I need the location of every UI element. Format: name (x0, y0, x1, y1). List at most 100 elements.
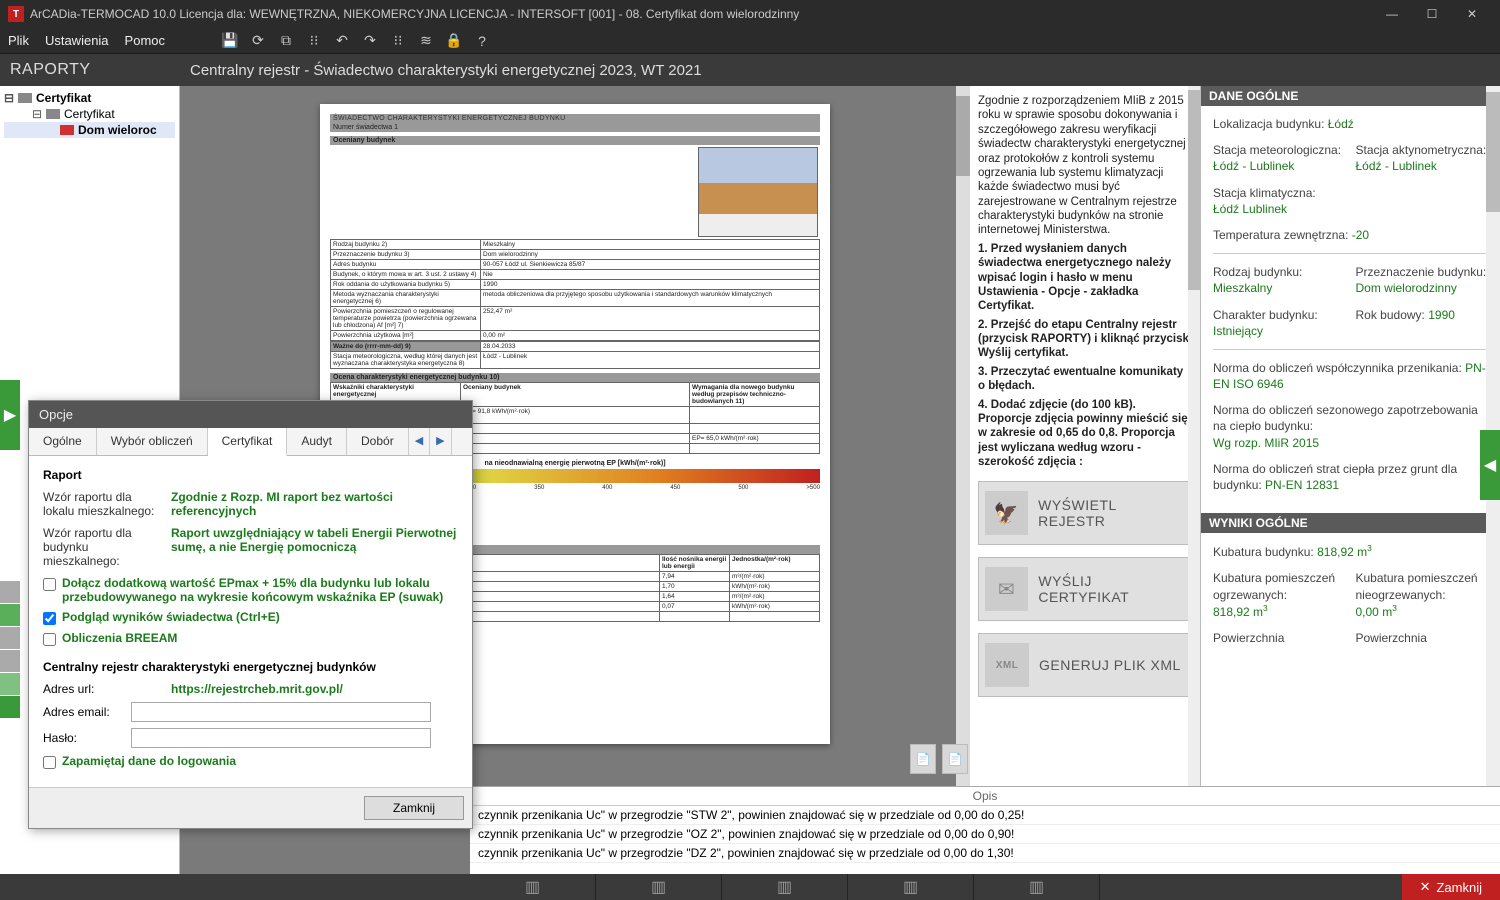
status-seg-4[interactable]: ▥ (848, 874, 974, 900)
tree-collapse-icon[interactable]: ⊟ (32, 107, 42, 121)
generate-xml-label: GENERUJ PLIK XML (1039, 657, 1181, 673)
redo-icon[interactable]: ↷ (361, 32, 379, 50)
menu-plik[interactable]: Plik (8, 33, 29, 48)
send-certificate-label: WYŚLIJ CERTYFIKAT (1038, 573, 1185, 605)
raport-heading: Raport (43, 468, 458, 482)
chk-epmax[interactable] (43, 578, 56, 591)
tree-child-1[interactable]: ⊟ Certyfikat (4, 106, 175, 122)
generate-xml-button[interactable]: XML GENERUJ PLIK XML (978, 633, 1192, 697)
tab-scroll-right[interactable]: ▶ (430, 428, 451, 455)
edge-tab-1[interactable] (0, 581, 20, 603)
right-edge-arrow[interactable]: ◀ (1480, 430, 1500, 500)
menu-bar: Plik Ustawienia Pomoc 💾 ⟳ ⧉ ⁝⁝ ↶ ↷ ⁝⁝ ≋ … (0, 28, 1500, 54)
tree-root[interactable]: ⊟ Certyfikat (4, 90, 175, 106)
value-aktyn: Łódź - Lublinek (1356, 159, 1437, 173)
copy-icon[interactable]: ⧉ (277, 32, 295, 50)
tab-audyt[interactable]: Audyt (287, 428, 347, 455)
close-button[interactable]: ✕ (1452, 0, 1492, 28)
edge-tab-3[interactable] (0, 627, 20, 649)
registry-icon: 🦅 (985, 491, 1028, 535)
tree-child-1-label: Certyfikat (64, 107, 115, 121)
lbl-url: Adres url: (43, 682, 123, 696)
status-close-button[interactable]: ✕Zamknij (1402, 874, 1500, 900)
value-kub-nieogrz: 0,00 m3 (1356, 605, 1397, 619)
xml-icon: XML (985, 643, 1029, 687)
left-edge-tabs: ▶ (0, 380, 20, 719)
handle-icon[interactable]: ⁝⁝ (305, 32, 323, 50)
tree-leaf-label: Dom wieloroc (78, 123, 157, 137)
edge-tab-5[interactable] (0, 673, 20, 695)
doc-export-icons: 📄 📄 📄 (910, 744, 970, 774)
status-seg-2[interactable]: ▥ (596, 874, 722, 900)
tab-dobor[interactable]: Dobór (347, 428, 409, 455)
value-location: Łódź (1328, 117, 1354, 131)
doc-sec-ocena: Ocena charakterystyki energetycznej budy… (330, 373, 820, 382)
tab-certyfikat[interactable]: Certyfikat (208, 428, 288, 456)
minimize-button[interactable]: — (1372, 0, 1412, 28)
doc-sec-oceniany: Oceniany budynek (330, 136, 820, 145)
chk-epmax-label: Dołącz dodatkową wartość EPmax + 15% dla… (62, 576, 458, 604)
message-row-2[interactable]: czynnik przenikania Uc" w przegrodzie "O… (470, 825, 1500, 844)
layers-icon[interactable]: ≋ (417, 32, 435, 50)
val-wzor-budynek[interactable]: Raport uwzględniający w tabeli Energii P… (171, 526, 458, 554)
input-email[interactable] (131, 702, 431, 722)
reports-label: RAPORTY (0, 61, 180, 79)
edge-tab-6[interactable] (0, 696, 20, 718)
chk-podglad-label: Podgląd wyników świadectwa (Ctrl+E) (62, 610, 280, 624)
messages-panel: Opis czynnik przenikania Uc" w przegrodz… (470, 786, 1500, 874)
value-rodzaj: Mieszkalny (1213, 281, 1272, 295)
status-seg-3[interactable]: ▥ (722, 874, 848, 900)
handle-icon-2[interactable]: ⁝⁝ (389, 32, 407, 50)
chk-remember[interactable] (43, 756, 56, 769)
message-row-1[interactable]: czynnik przenikania Uc" w przegrodzie "S… (470, 806, 1500, 825)
status-bar: ▥ ▥ ▥ ▥ ▥ ✕Zamknij (0, 874, 1500, 900)
undo-icon[interactable]: ↶ (333, 32, 351, 50)
save-icon[interactable]: 💾 (221, 32, 239, 50)
menu-pomoc[interactable]: Pomoc (125, 33, 165, 48)
val-wzor-lokal[interactable]: Zgodnie z Rozp. MI raport bez wartości r… (171, 490, 458, 518)
lbl-wzor-lokal: Wzór raportu dla lokalu mieszkalnego: (43, 490, 163, 518)
edge-expand-arrow[interactable]: ▶ (0, 380, 20, 450)
tab-ogolne[interactable]: Ogólne (29, 428, 97, 455)
reports-title: Centralny rejestr - Świadectwo charakter… (180, 62, 702, 79)
building-photo (698, 147, 818, 237)
lbl-email: Adres email: (43, 705, 123, 719)
show-registry-button[interactable]: 🦅 WYŚWIETL REJESTR (978, 481, 1192, 545)
title-bar: T ArCADia-TERMOCAD 10.0 Licencja dla: WE… (0, 0, 1500, 28)
tab-wybor[interactable]: Wybór obliczeń (97, 428, 208, 455)
message-row-3[interactable]: czynnik przenikania Uc" w przegrodzie "D… (470, 844, 1500, 863)
menu-ustawienia[interactable]: Ustawienia (45, 33, 109, 48)
refresh-icon[interactable]: ⟳ (249, 32, 267, 50)
send-certificate-button[interactable]: ✉ WYŚLIJ CERTYFIKAT (978, 557, 1192, 621)
options-dialog-title: Opcje (29, 401, 472, 428)
lock-icon[interactable]: 🔒 (445, 32, 463, 50)
maximize-button[interactable]: ☐ (1412, 0, 1452, 28)
doc-table-building: Rodzaj budynku 2)Mieszkalny Przeznaczeni… (330, 239, 820, 341)
status-seg-1[interactable]: ▥ (470, 874, 596, 900)
instr-p3: 2. Przejść do etapu Centralny rejestr (p… (978, 318, 1192, 361)
help-icon[interactable]: ? (473, 32, 491, 50)
val-url[interactable]: https://rejestrcheb.mrit.gov.pl/ (171, 682, 343, 696)
tab-scroll-left[interactable]: ◀ (409, 428, 430, 455)
central-registry-heading: Centralny rejestr charakterystyki energe… (43, 660, 458, 674)
doc-sub: Numer świadectwa 1 (330, 123, 820, 132)
modal-close-button[interactable]: Zamknij (364, 796, 464, 820)
chk-podglad[interactable] (43, 612, 56, 625)
doc-export-2[interactable]: 📄 (942, 744, 968, 774)
tree-leaf-selected[interactable]: Dom wieloroc (4, 122, 175, 138)
edge-tab-4[interactable] (0, 650, 20, 672)
doc-export-1[interactable]: 📄 (910, 744, 936, 774)
value-norm3: PN-EN 12831 (1265, 478, 1339, 492)
show-registry-label: WYŚWIETL REJESTR (1038, 497, 1185, 529)
tree-collapse-icon[interactable]: ⊟ (4, 91, 14, 105)
value-kub-ogrz: 818,92 m3 (1213, 605, 1268, 619)
chk-remember-label: Zapamiętaj dane do logowania (62, 754, 236, 768)
instr-vscrollbar[interactable] (1188, 86, 1200, 874)
input-haslo[interactable] (131, 728, 431, 748)
status-seg-5[interactable]: ▥ (974, 874, 1100, 900)
edge-tab-2[interactable] (0, 604, 20, 626)
app-icon: T (8, 6, 24, 22)
options-tabs: Ogólne Wybór obliczeń Certyfikat Audyt D… (29, 428, 472, 456)
chk-breeam[interactable] (43, 633, 56, 646)
instr-p5: 4. Dodać zdjęcie (do 100 kB). Proporcje … (978, 398, 1192, 470)
